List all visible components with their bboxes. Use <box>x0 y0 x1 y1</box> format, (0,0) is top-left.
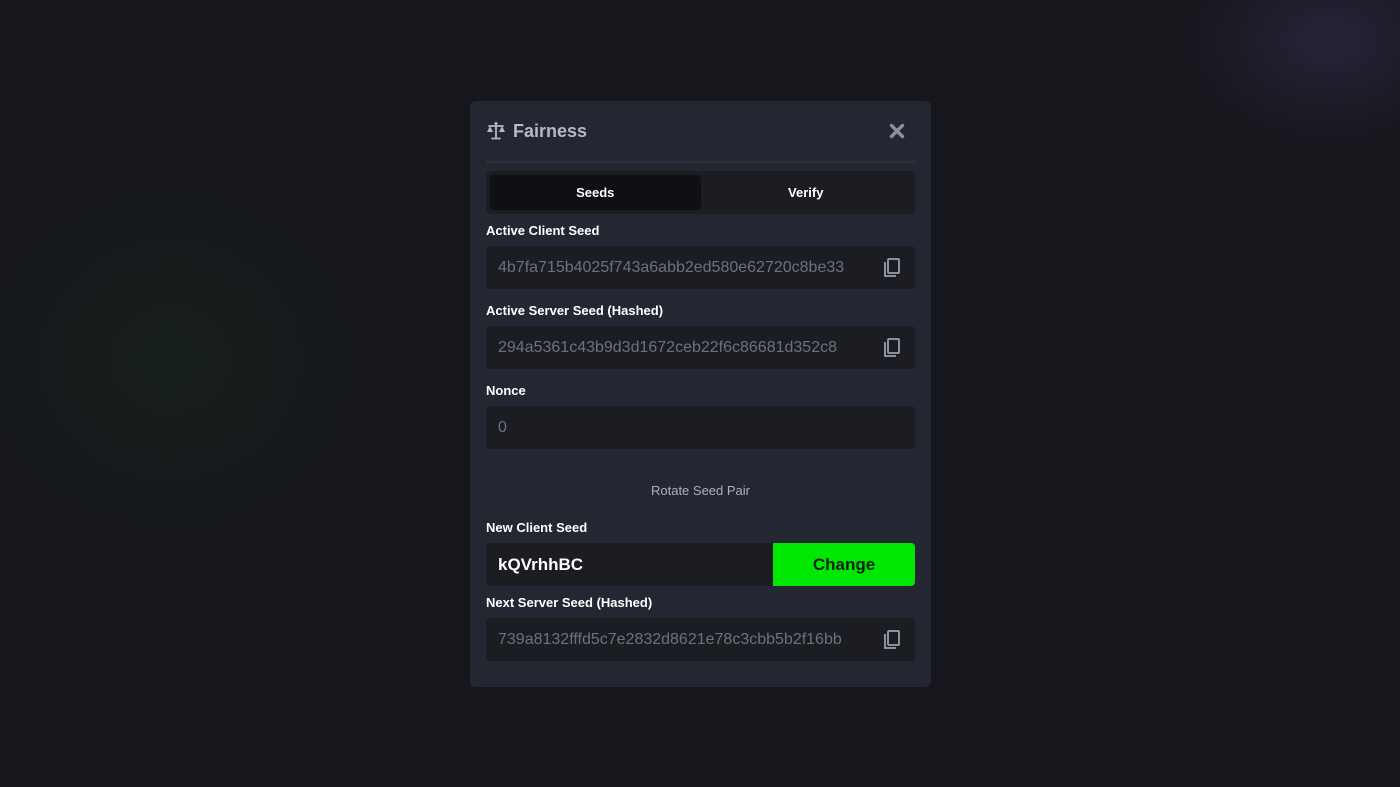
change-button[interactable]: Change <box>773 543 915 586</box>
next-server-seed-value: 739a8132fffd5c7e2832d8621e78c3cbb5b2f16b… <box>498 630 842 648</box>
active-client-seed-field: 4b7fa715b4025f743a6abb2ed580e62720c8be33 <box>486 246 915 289</box>
new-client-seed-input[interactable] <box>486 543 773 586</box>
copy-icon[interactable] <box>881 337 903 359</box>
rotate-seed-pair-button[interactable]: Rotate Seed Pair <box>486 469 915 511</box>
tab-seeds[interactable]: Seeds <box>490 175 701 210</box>
next-server-seed-field: 739a8132fffd5c7e2832d8621e78c3cbb5b2f16b… <box>486 618 915 661</box>
modal-header: Fairness <box>486 101 915 163</box>
active-server-seed-label: Active Server Seed (Hashed) <box>486 303 664 318</box>
title-wrap: Fairness <box>486 121 587 142</box>
active-server-seed-value: 294a5361c43b9d3d1672ceb22f6c86681d352c8 <box>498 338 837 356</box>
copy-icon[interactable] <box>881 629 903 651</box>
nonce-label: Nonce <box>486 383 526 398</box>
modal-title: Fairness <box>513 120 588 141</box>
active-server-seed-field: 294a5361c43b9d3d1672ceb22f6c86681d352c8 <box>486 326 915 369</box>
close-icon[interactable] <box>887 121 907 141</box>
tab-bar: Seeds Verify <box>486 171 915 214</box>
new-client-seed-row: Change <box>486 543 915 586</box>
scale-icon <box>486 121 506 141</box>
nonce-field: 0 <box>486 406 915 449</box>
fairness-modal: Fairness Seeds Verify Active Client Seed… <box>470 101 931 687</box>
active-client-seed-label: Active Client Seed <box>486 223 600 238</box>
tab-verify[interactable]: Verify <box>701 175 912 210</box>
next-server-seed-label: Next Server Seed (Hashed) <box>486 595 653 610</box>
copy-icon[interactable] <box>881 257 903 279</box>
nonce-value: 0 <box>498 418 507 436</box>
active-client-seed-value: 4b7fa715b4025f743a6abb2ed580e62720c8be33 <box>498 258 845 276</box>
new-client-seed-label: New Client Seed <box>486 520 588 535</box>
